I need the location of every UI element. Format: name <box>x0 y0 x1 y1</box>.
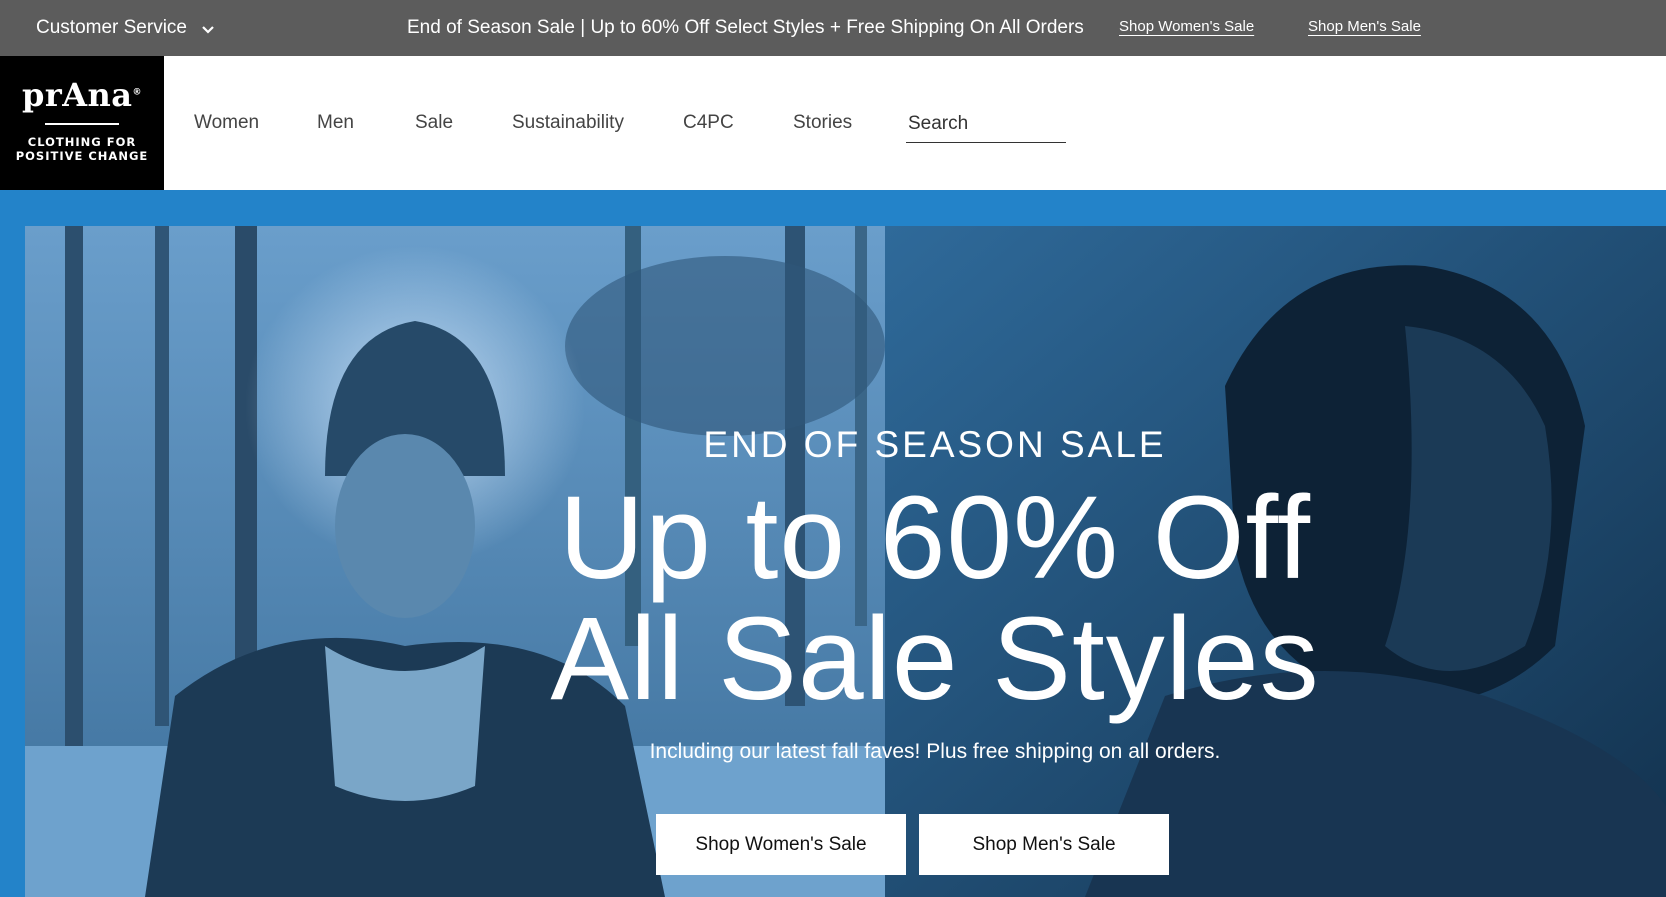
promo-message: End of Season Sale | Up to 60% Off Selec… <box>407 17 1084 38</box>
logo-tagline: CLOTHING FOR POSITIVE CHANGE <box>15 135 149 163</box>
shop-womens-sale-button[interactable]: Shop Women's Sale <box>656 814 906 875</box>
hero-content: END OF SEASON SALE Up to 60% Off All Sal… <box>25 226 1666 897</box>
promo-bar: Customer Service End of Season Sale | Up… <box>0 0 1666 56</box>
nav-sustainability[interactable]: Sustainability <box>512 56 624 190</box>
search-input[interactable] <box>906 108 1070 140</box>
hero-headline-line1: Up to 60% Off <box>559 472 1311 604</box>
nav-women[interactable]: Women <box>194 56 259 190</box>
nav-c4pc[interactable]: C4PC <box>683 56 734 190</box>
nav-sale[interactable]: Sale <box>415 56 453 190</box>
logo-divider <box>45 123 119 125</box>
hero-banner: END OF SEASON SALE Up to 60% Off All Sal… <box>25 226 1666 897</box>
prana-logo[interactable]: prAna® CLOTHING FOR POSITIVE CHANGE <box>0 56 164 190</box>
hero-subline: Including our latest fall faves! Plus fr… <box>649 740 1221 763</box>
hero-headline: Up to 60% Off All Sale Styles <box>25 478 1666 720</box>
chevron-down-icon <box>202 26 214 34</box>
top-link-mens-sale[interactable]: Shop Men's Sale <box>1308 0 1421 52</box>
hero-headline-line2: All Sale Styles <box>550 593 1320 725</box>
nav-stories[interactable]: Stories <box>793 56 852 190</box>
customer-service-menu[interactable]: Customer Service <box>36 0 215 56</box>
logo-wordmark: prAna® <box>21 76 143 114</box>
hero-eyebrow: END OF SEASON SALE <box>703 424 1167 465</box>
shop-mens-sale-button[interactable]: Shop Men's Sale <box>919 814 1169 875</box>
top-link-womens-sale[interactable]: Shop Women's Sale <box>1119 0 1254 52</box>
nav-men[interactable]: Men <box>317 56 354 190</box>
customer-service-label: Customer Service <box>36 17 187 38</box>
search-box <box>906 108 1070 143</box>
site-header: prAna® CLOTHING FOR POSITIVE CHANGE Wome… <box>0 56 1666 190</box>
